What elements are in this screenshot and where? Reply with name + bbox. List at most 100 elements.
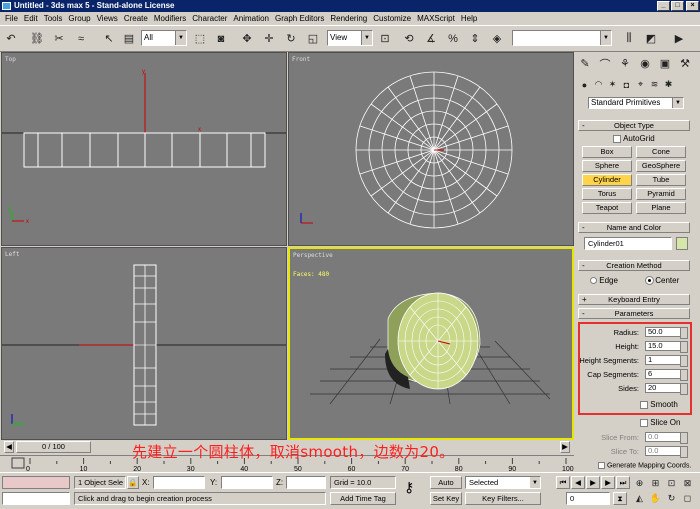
percent-snap-icon[interactable]: % xyxy=(444,29,462,48)
unlink-icon[interactable]: ✂ xyxy=(50,29,68,48)
go-to-end-icon[interactable]: ⏭ xyxy=(616,476,630,489)
display-tab-icon[interactable]: ▣ xyxy=(656,54,674,73)
cameras-icon[interactable]: ◘ xyxy=(620,78,633,91)
maximize-viewport-icon[interactable]: ◻ xyxy=(680,491,695,505)
autogrid-checkbox[interactable]: AutoGrid xyxy=(604,134,664,143)
previous-frame-icon[interactable]: ◀ xyxy=(571,476,585,489)
snap-toggle-icon[interactable]: ⟲ xyxy=(400,29,418,48)
generate-mapping-checkbox[interactable]: Generate Mapping Coords. xyxy=(598,462,691,469)
viewport-perspective[interactable]: Perspective Faces: 480 xyxy=(288,247,574,440)
select-move-icon[interactable]: ✥ xyxy=(238,29,256,48)
menu-graph-editors[interactable]: Graph Editors xyxy=(272,12,327,25)
toolbar-overflow-icon[interactable]: ▶ xyxy=(670,29,688,48)
zoom-icon[interactable]: ⊕ xyxy=(632,476,647,490)
cylinder-button[interactable]: Cylinder xyxy=(582,174,632,186)
keyboard-entry-rollout[interactable]: + Keyboard Entry xyxy=(578,294,690,305)
lock-selection-icon[interactable]: 🔒 xyxy=(127,476,139,489)
object-type-rollout[interactable]: - Object Type xyxy=(578,120,690,131)
time-slider-thumb[interactable]: 0 / 100 xyxy=(16,441,91,453)
box-button[interactable]: Box xyxy=(582,146,632,158)
select-rotate-icon[interactable]: ↻ xyxy=(282,29,300,48)
play-icon[interactable]: ▶ xyxy=(586,476,600,489)
align-icon[interactable]: ◩ xyxy=(642,29,660,48)
menu-customize[interactable]: Customize xyxy=(370,12,414,25)
utilities-tab-icon[interactable]: ⚒ xyxy=(676,54,694,73)
minimize-button[interactable]: _ xyxy=(657,1,670,11)
window-crossing-icon[interactable]: ◙ xyxy=(212,29,230,48)
object-color-swatch[interactable] xyxy=(676,237,688,250)
menu-modifiers[interactable]: Modifiers xyxy=(151,12,189,25)
next-frame-icon[interactable]: ▶ xyxy=(601,476,615,489)
creation-method-rollout[interactable]: - Creation Method xyxy=(578,260,690,271)
menu-help[interactable]: Help xyxy=(458,12,480,25)
maxscript-listener-pink[interactable] xyxy=(2,476,70,489)
geometry-icon[interactable]: ● xyxy=(578,78,591,91)
spinner-snap-icon[interactable]: ⇕ xyxy=(466,29,484,48)
torus-button[interactable]: Torus xyxy=(582,188,632,200)
key-mode-dropdown[interactable]: Selected ▼ xyxy=(465,476,541,489)
hierarchy-tab-icon[interactable]: ⚘ xyxy=(616,54,634,73)
menu-maxscript[interactable]: MAXScript xyxy=(414,12,458,25)
select-link-icon[interactable]: ⛓ xyxy=(28,29,46,48)
select-scale-icon[interactable]: ◱ xyxy=(304,29,322,48)
auto-key-button[interactable]: Auto Key xyxy=(430,476,462,499)
time-prev-icon[interactable]: ◀ xyxy=(4,441,14,453)
menu-edit[interactable]: Edit xyxy=(21,12,41,25)
z-coordinate-field[interactable] xyxy=(286,476,326,489)
slice-to-spinner[interactable]: 0.0 xyxy=(645,446,688,458)
zoom-extents-icon[interactable]: ⊡ xyxy=(664,476,679,490)
time-config-icon[interactable]: ⧗ xyxy=(613,492,627,505)
select-move-icon-2[interactable]: ✛ xyxy=(260,29,278,48)
sphere-button[interactable]: Sphere xyxy=(582,160,632,172)
angle-snap-icon[interactable]: ∡ xyxy=(422,29,440,48)
y-coordinate-field[interactable] xyxy=(221,476,273,489)
spacewarps-icon[interactable]: ≋ xyxy=(648,78,661,91)
menu-group[interactable]: Group xyxy=(65,12,93,25)
pyramid-button[interactable]: Pyramid xyxy=(636,188,686,200)
bind-space-warp-icon[interactable]: ≈ xyxy=(72,29,90,48)
maxscript-listener-white[interactable] xyxy=(2,492,70,505)
set-key-button[interactable]: Set Key xyxy=(430,492,462,505)
viewport-top[interactable]: Top x y yx xyxy=(1,52,287,246)
create-tab-icon[interactable]: ✎ xyxy=(576,54,594,73)
helpers-icon[interactable]: ⌖ xyxy=(634,78,647,91)
systems-icon[interactable]: ✱ xyxy=(662,78,675,91)
menu-create[interactable]: Create xyxy=(121,12,151,25)
key-mode-icon[interactable]: ⚷ xyxy=(404,479,414,496)
menu-rendering[interactable]: Rendering xyxy=(327,12,370,25)
named-selection-dropdown[interactable]: ▼ xyxy=(512,30,612,46)
add-time-tag-button[interactable]: Add Time Tag xyxy=(330,492,396,505)
lights-icon[interactable]: ✶ xyxy=(606,78,619,91)
key-filters-button[interactable]: Key Filters... xyxy=(465,492,541,505)
close-button[interactable]: × xyxy=(686,1,699,11)
current-frame-field[interactable]: 0 xyxy=(566,492,610,505)
viewport-front[interactable]: Front xyxy=(288,52,574,246)
go-to-start-icon[interactable]: ⏮ xyxy=(556,476,570,489)
x-coordinate-field[interactable] xyxy=(153,476,205,489)
center-radio[interactable]: Center xyxy=(645,276,679,286)
menu-file[interactable]: File xyxy=(2,12,21,25)
selection-filter-dropdown[interactable]: All ▼ xyxy=(141,30,187,46)
slice-on-checkbox[interactable]: Slice On xyxy=(640,418,680,427)
ref-coord-dropdown[interactable]: View ▼ xyxy=(327,30,373,46)
mirror-icon[interactable]: ⫼ xyxy=(620,29,638,48)
named-selection-icon[interactable]: ◈ xyxy=(488,29,506,48)
plane-button[interactable]: Plane xyxy=(636,202,686,214)
slice-from-spinner[interactable]: 0.0 xyxy=(645,432,688,444)
undo-icon[interactable]: ↶ xyxy=(2,29,20,48)
menu-tools[interactable]: Tools xyxy=(41,12,66,25)
viewport-left[interactable]: Left xyxy=(1,247,287,440)
field-of-view-icon[interactable]: ◭ xyxy=(632,491,647,505)
name-color-rollout[interactable]: - Name and Color xyxy=(578,222,690,233)
zoom-extents-all-icon[interactable]: ⊠ xyxy=(680,476,695,490)
motion-tab-icon[interactable]: ◉ xyxy=(636,54,654,73)
object-name-input[interactable]: Cylinder01 xyxy=(584,237,672,250)
select-by-name-icon[interactable]: ▤ xyxy=(120,29,138,48)
edge-radio[interactable]: Edge xyxy=(590,276,618,285)
time-next-icon[interactable]: ▶ xyxy=(560,441,570,453)
parameters-rollout[interactable]: - Parameters xyxy=(578,308,690,319)
teapot-button[interactable]: Teapot xyxy=(582,202,632,214)
category-dropdown[interactable]: Standard Primitives ▼ xyxy=(588,97,684,109)
menu-character[interactable]: Character xyxy=(189,12,230,25)
pivot-center-icon[interactable]: ⊡ xyxy=(376,29,394,48)
